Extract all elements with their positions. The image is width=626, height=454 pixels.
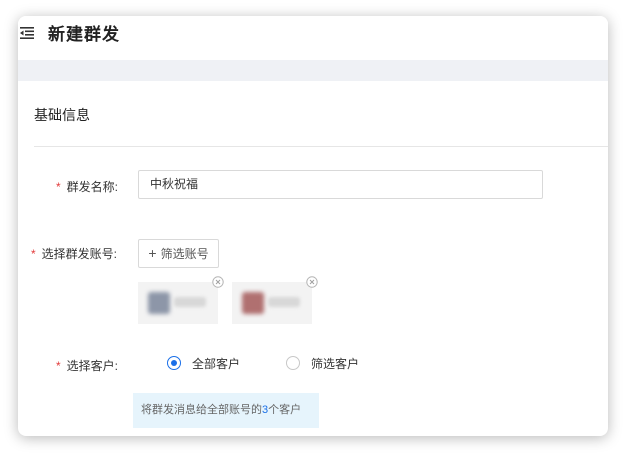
remove-account-icon[interactable] xyxy=(212,276,224,288)
page-header: 新建群发 xyxy=(18,16,608,60)
broadcast-name-label-text: 群发名称: xyxy=(66,180,119,194)
broadcast-name-input[interactable]: 中秋祝福 xyxy=(138,170,543,199)
radio-all-customers-label[interactable]: 全部客户 xyxy=(192,355,240,372)
section-title: 基础信息 xyxy=(34,107,90,123)
customer-label-text: 选择客户: xyxy=(66,359,119,373)
account-avatar xyxy=(148,292,170,314)
menu-fold-icon[interactable] xyxy=(20,27,34,39)
recipient-hint: 将群发消息给全部账号的3个客户 xyxy=(133,393,319,428)
filter-account-button[interactable]: + 筛选账号 xyxy=(138,239,219,268)
radio-filter-customers[interactable] xyxy=(286,356,300,370)
filter-account-button-label: 筛选账号 xyxy=(160,247,209,261)
required-mark: * xyxy=(56,180,61,194)
account-name-blurred xyxy=(174,297,206,307)
plus-icon: + xyxy=(148,245,157,261)
page-title: 新建群发 xyxy=(48,25,120,44)
customer-label: * 选择客户: xyxy=(56,357,118,374)
radio-all-customers[interactable] xyxy=(167,356,181,370)
required-mark: * xyxy=(56,359,61,373)
account-avatar xyxy=(242,292,264,314)
hint-prefix: 将群发消息给全部账号的 xyxy=(141,404,262,416)
selected-account-card xyxy=(138,282,218,324)
section-divider xyxy=(34,146,608,147)
header-separator-band xyxy=(18,60,608,81)
broadcast-account-label: * 选择群发账号: xyxy=(31,245,117,262)
broadcast-name-label: * 群发名称: xyxy=(56,178,118,195)
required-mark: * xyxy=(31,247,36,261)
radio-filter-customers-label[interactable]: 筛选客户 xyxy=(311,355,359,372)
broadcast-account-label-text: 选择群发账号: xyxy=(41,247,118,261)
account-name-blurred xyxy=(268,297,300,307)
remove-account-icon[interactable] xyxy=(306,276,318,288)
new-broadcast-window: 新建群发 基础信息 * 群发名称: 中秋祝福 * 选择群发账号: + 筛选账号 * 选择… xyxy=(18,16,608,436)
hint-suffix: 个客户 xyxy=(268,404,302,416)
selected-account-card xyxy=(232,282,312,324)
